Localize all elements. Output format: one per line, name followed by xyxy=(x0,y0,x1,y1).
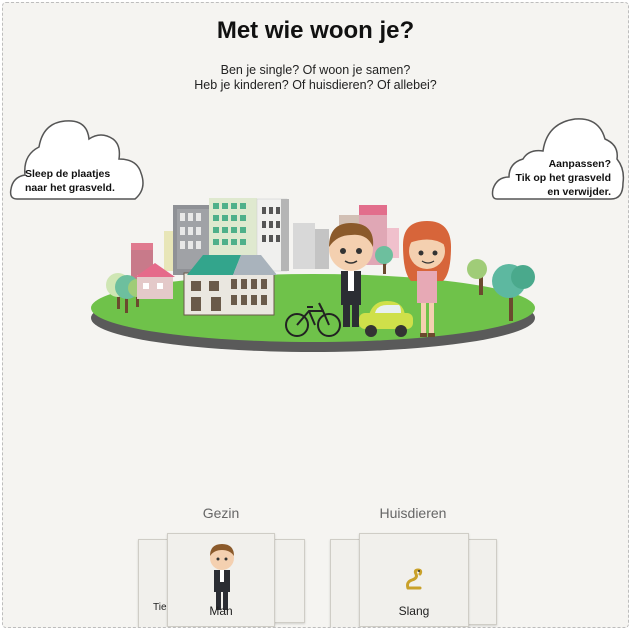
gezin-card-previous-label: Tie xyxy=(153,602,167,613)
app-frame: Met wie woon je? Ben je single? Of woon … xyxy=(2,2,629,628)
hint-left-line-1: Sleep de plaatjes xyxy=(25,168,111,180)
man-figure-icon xyxy=(210,544,234,610)
gezin-card-next[interactable] xyxy=(273,539,305,623)
huisdieren-card-next[interactable] xyxy=(465,539,497,625)
hint-left-text: Sleep de plaatjes naar het grasveld. xyxy=(25,167,165,195)
huisdieren-card-current[interactable]: Slang xyxy=(359,533,469,627)
huisdieren-card-current-label: Slang xyxy=(398,604,430,618)
snake-icon xyxy=(406,568,423,590)
grass-field[interactable] xyxy=(91,193,541,363)
subtitle-line-2: Heb je kinderen? Of huisdieren? Of alleb… xyxy=(194,78,437,92)
hint-right-line-2: Tik op het grasveld xyxy=(515,172,612,184)
category-gezin-label: Gezin xyxy=(202,505,240,521)
category-huisdieren-label: Huisdieren xyxy=(379,505,447,521)
main-house xyxy=(183,255,277,316)
gezin-card-current-label: Man xyxy=(209,604,233,618)
gezin-card-current[interactable]: Man xyxy=(167,533,275,627)
hint-right-line-1: Aanpassen? xyxy=(548,158,611,170)
page-title: Met wie woon je? xyxy=(216,17,415,44)
subtitle-line-1: Ben je single? Of woon je samen? xyxy=(220,63,411,77)
